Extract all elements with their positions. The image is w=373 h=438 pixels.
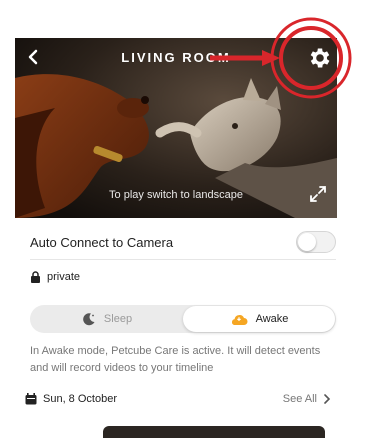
auto-connect-label: Auto Connect to Camera: [30, 234, 174, 250]
camera-title: LIVING ROOM: [121, 50, 231, 65]
privacy-row[interactable]: private: [30, 267, 80, 287]
mode-switch: Sleep Awake: [30, 305, 336, 333]
calendar-icon: [25, 393, 37, 405]
mode-description: In Awake mode, Petcube Care is active. I…: [30, 345, 321, 374]
auto-connect-toggle[interactable]: [296, 231, 336, 253]
event-thumbnail[interactable]: [103, 426, 325, 438]
gear-icon: [310, 48, 330, 68]
awake-mode-button[interactable]: Awake: [183, 306, 335, 332]
see-all-label: See All: [282, 393, 317, 405]
camera-video[interactable]: LIVING ROOM To play switch to landscape: [15, 38, 337, 218]
sun-cloud-icon: [231, 315, 248, 325]
sleep-mode-button[interactable]: Sleep: [31, 306, 183, 332]
app-screen: LIVING ROOM To play switch to landscape …: [15, 0, 337, 438]
sleep-label: Sleep: [103, 313, 133, 325]
toggle-knob: [298, 233, 316, 251]
chevron-right-icon: [324, 394, 331, 404]
landscape-hint: To play switch to landscape: [109, 189, 243, 201]
expand-icon: [310, 186, 326, 202]
privacy-label: private: [47, 271, 81, 283]
moon-icon: [83, 313, 95, 326]
timeline-header: Sun, 8 October See All: [25, 389, 331, 409]
awake-label: Awake: [255, 313, 289, 325]
date-label: Sun, 8 October: [43, 393, 117, 405]
fullscreen-button[interactable]: [309, 185, 327, 203]
auto-connect-row: Auto Connect to Camera: [30, 225, 336, 260]
timeline-date: Sun, 8 October: [25, 393, 117, 405]
settings-button[interactable]: [307, 45, 333, 71]
lock-icon: [31, 271, 40, 283]
see-all-link[interactable]: See All: [283, 393, 331, 405]
